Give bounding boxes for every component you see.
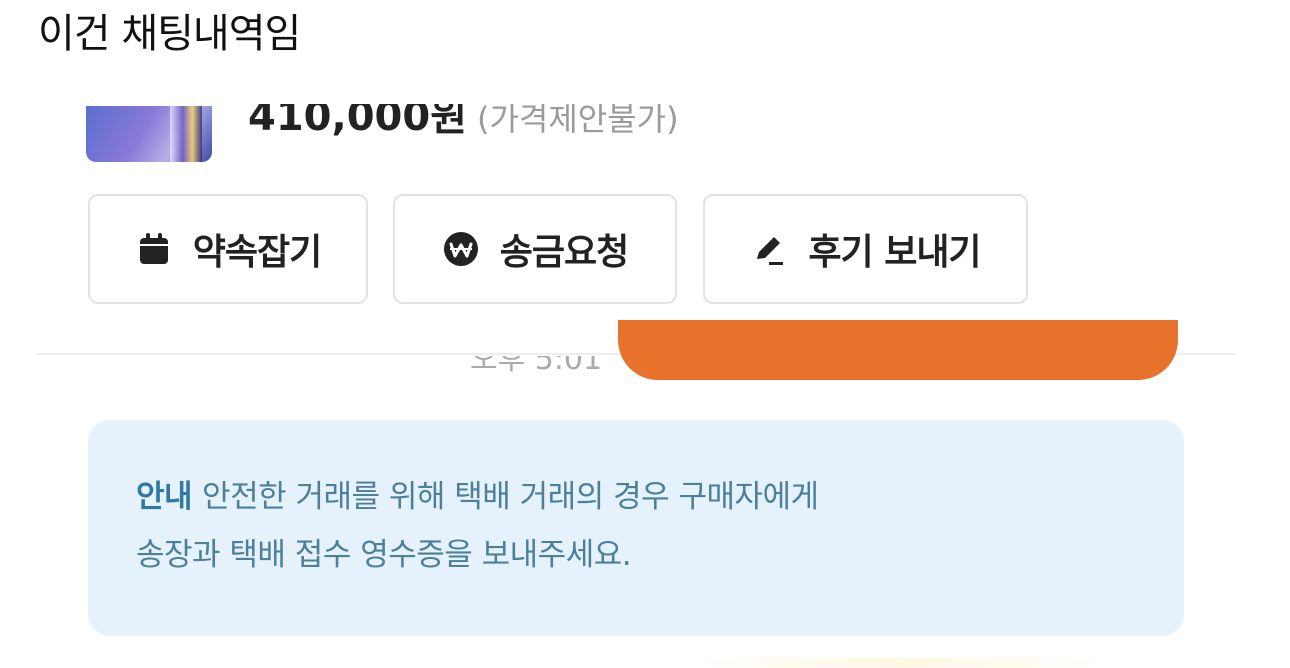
notice-text: 안내 안전한 거래를 위해 택배 거래의 경우 구매자에게 송장과 택배 접수 영… (136, 468, 1136, 584)
notice-label: 안내 (136, 479, 193, 515)
pencil-icon (750, 230, 788, 268)
next-message-edge (690, 658, 1110, 668)
calendar-icon (135, 230, 173, 268)
make-appointment-label: 약속잡기 (192, 232, 322, 273)
chat-screenshot: 410,000원 (가격제안불가) 약속잡기 송금요청 후기 보내기 안내 안전… (0, 70, 1290, 668)
product-thumbnail[interactable] (86, 106, 212, 162)
request-remittance-label: 송금요청 (499, 232, 629, 273)
send-review-label: 후기 보내기 (808, 232, 981, 273)
make-appointment-button[interactable]: 약속잡기 (88, 194, 368, 304)
notice-line-2: 송장과 택배 접수 영수증을 보내주세요. (136, 537, 632, 573)
request-remittance-button[interactable]: 송금요청 (393, 194, 677, 304)
product-price: 410,000원 (248, 104, 467, 140)
post-caption: 이건 채팅내역임 (38, 11, 301, 57)
notice-box: 안내 안전한 거래를 위해 택배 거래의 경우 구매자에게 송장과 택배 접수 영… (88, 420, 1184, 636)
sent-message-bubble[interactable] (618, 320, 1178, 380)
won-coin-icon (442, 230, 480, 268)
notice-line-1: 안전한 거래를 위해 택배 거래의 경우 구매자에게 (202, 479, 819, 515)
message-time-text: 오후 5:01 (470, 356, 602, 372)
product-price-line: 410,000원 (가격제안불가) (248, 104, 679, 150)
product-image-detail (170, 106, 202, 162)
price-note: (가격제안불가) (477, 104, 679, 138)
send-review-button[interactable]: 후기 보내기 (703, 194, 1028, 304)
message-timestamp: 오후 5:01 (470, 356, 602, 372)
